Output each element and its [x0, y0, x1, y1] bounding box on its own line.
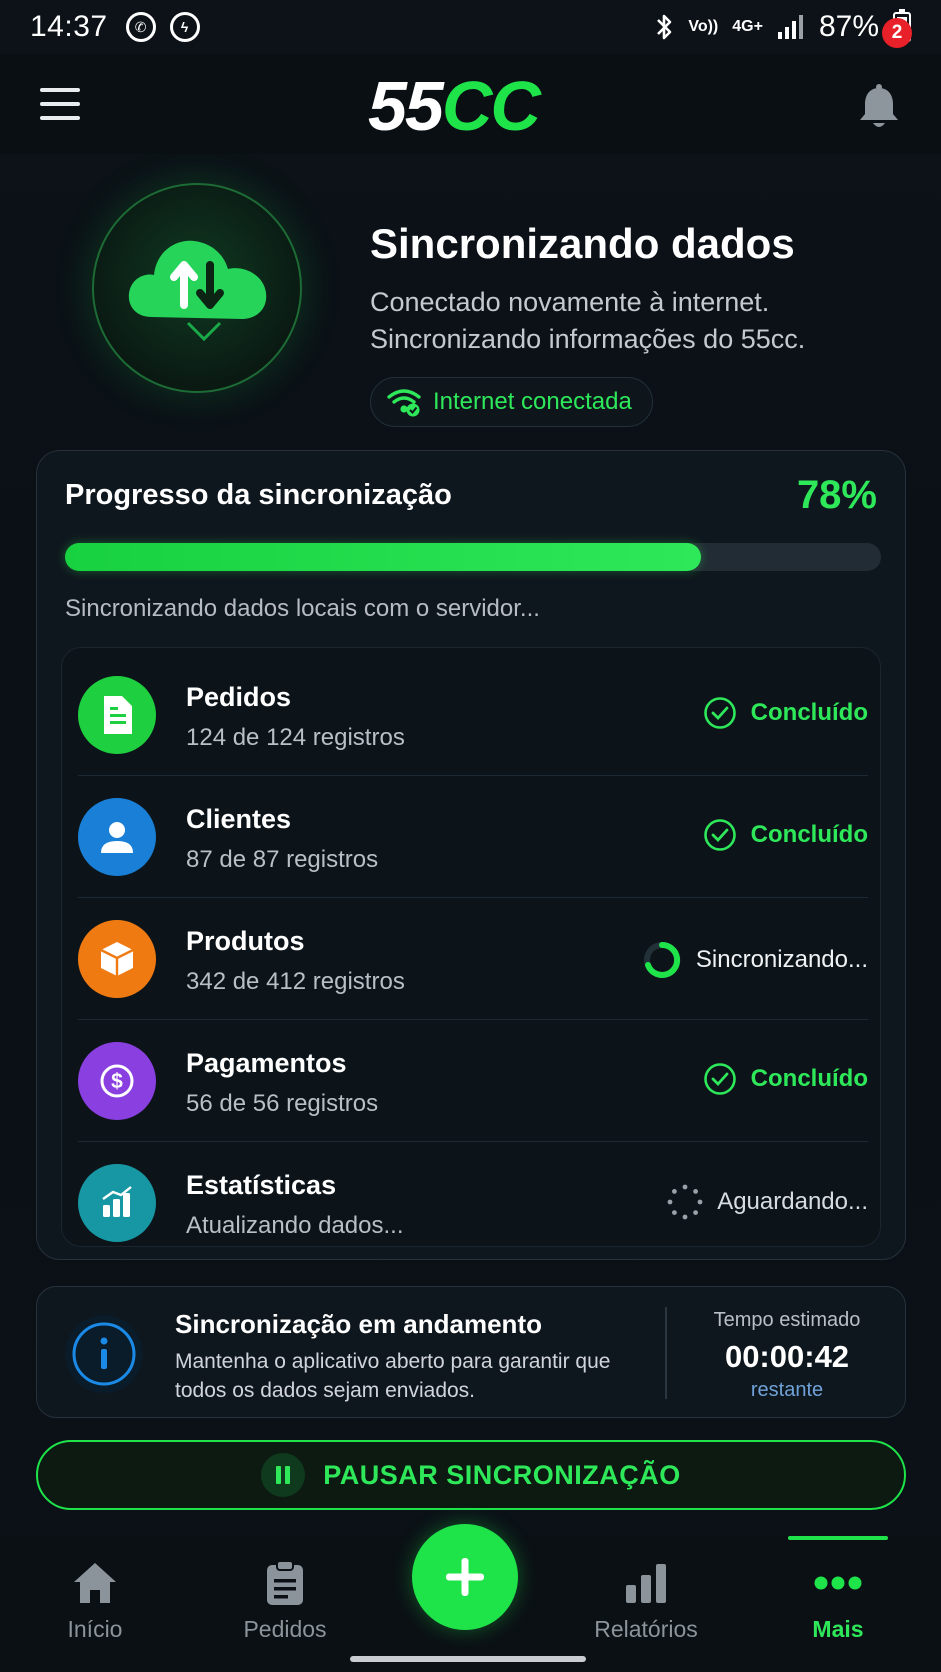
item-status-label: Concluído: [750, 821, 868, 848]
app-logo: 55CC: [368, 66, 541, 146]
item-count: 87 de 87 registros: [186, 846, 379, 873]
item-status: Concluído: [703, 696, 868, 730]
item-count: 124 de 124 registros: [186, 724, 405, 751]
battery-percent: 87%: [818, 10, 879, 43]
menu-icon[interactable]: [40, 88, 80, 120]
list-item: Clientes 87 de 87 registros Concluído: [78, 776, 868, 898]
item-name: Pagamentos: [186, 1048, 347, 1078]
cloud-sync-icon: [128, 240, 267, 342]
check-circle-icon: [703, 819, 736, 851]
waiting-dots-icon: [667, 1184, 703, 1220]
item-name: Clientes: [186, 804, 292, 834]
item-status-label: Concluído: [750, 699, 868, 726]
nav-item-pedidos[interactable]: Pedidos: [215, 1554, 355, 1643]
cloud-sync-illustration: [92, 183, 302, 393]
connection-status-pill: Internet conectada: [370, 377, 653, 427]
more-dots-icon: [814, 1576, 862, 1590]
svg-text:$: $: [111, 1070, 123, 1093]
nav-label: Início: [67, 1616, 123, 1642]
document-icon: [78, 676, 156, 754]
progress-title: Progresso da sincronização: [65, 479, 452, 511]
eta-label: Tempo estimado: [713, 1309, 861, 1331]
item-status: Concluído: [703, 818, 868, 852]
progress-percent: 78%: [796, 473, 877, 517]
list-item: Produtos 342 de 412 registros Sincroniza…: [78, 898, 868, 1020]
page-title: Sincronizando dados: [370, 220, 795, 267]
nav-item-relatorios[interactable]: Relatórios: [576, 1554, 716, 1643]
pause-icon: [261, 1453, 306, 1497]
home-indicator[interactable]: [350, 1656, 586, 1662]
bell-icon[interactable]: [856, 82, 902, 132]
list-item: $ Pagamentos 56 de 56 registros Concluíd…: [78, 1020, 868, 1142]
nav-item-mais[interactable]: Mais: [768, 1554, 908, 1643]
nav-label: Mais: [812, 1616, 864, 1642]
volte-indicator: Vo)): [688, 18, 719, 35]
list-item: Pedidos 124 de 124 registros Concluído: [78, 654, 868, 776]
status-notification-icons: ✆ ϟ: [125, 12, 200, 42]
check-circle-icon: [703, 697, 736, 729]
item-status: Aguardando...: [667, 1184, 868, 1220]
add-button[interactable]: [412, 1524, 518, 1630]
info-title: Sincronização em andamento: [175, 1309, 542, 1339]
status-right-icons: Vo)) 4G+ 87%: [654, 9, 911, 44]
item-count: 342 de 412 registros: [186, 968, 405, 995]
item-count: 56 de 56 registros: [186, 1090, 379, 1117]
dollar-icon: $: [78, 1042, 156, 1120]
eta-value: 00:00:42: [724, 1339, 850, 1374]
nav-label: Relatórios: [594, 1616, 698, 1642]
item-name: Pedidos: [186, 682, 292, 712]
item-count: Atualizando dados...: [186, 1212, 404, 1239]
box-icon: [78, 920, 156, 998]
progress-bar-fill: [65, 543, 702, 571]
notification-badge: 2: [882, 18, 912, 48]
app-screen: 14:37 ✆ ϟ Vo)) 4G+ 87% 55CC 2 Sincroniza…: [0, 0, 941, 1672]
item-status-label: Concluído: [750, 1065, 868, 1092]
item-name: Produtos: [186, 926, 305, 956]
check-circle-icon: [703, 1063, 736, 1095]
item-name: Estatísticas: [186, 1170, 337, 1200]
wifi-check-icon: [387, 389, 421, 417]
pause-sync-button[interactable]: PAUSAR SINCRONIZAÇÃO: [36, 1440, 906, 1510]
active-tab-indicator: [788, 1536, 888, 1540]
bluetooth-icon: [657, 14, 672, 40]
plus-icon: [446, 1558, 484, 1596]
spinner-icon: [643, 941, 680, 978]
whatsapp-icon: ✆: [125, 12, 156, 42]
item-status-label: Aguardando...: [717, 1188, 868, 1215]
info-icon: [65, 1315, 143, 1393]
status-bar: 14:37 ✆ ϟ Vo)) 4G+ 87%: [0, 0, 941, 54]
progress-message: Sincronizando dados locais com o servido…: [65, 595, 540, 622]
item-status-label: Sincronizando...: [695, 946, 868, 973]
app-header: 55CC: [0, 54, 941, 154]
signal-icon: [777, 15, 803, 39]
sync-info-card: Sincronização em andamento Mantenha o ap…: [36, 1286, 906, 1418]
eta-remaining-label: restante: [750, 1379, 824, 1401]
network-type: 4G+: [732, 18, 763, 35]
logo-number: 55: [368, 67, 444, 145]
sync-progress-card: Progresso da sincronização 78% Sincroniz…: [36, 450, 906, 1260]
sync-items-list: Pedidos 124 de 124 registros Concluído C…: [61, 647, 881, 1247]
messenger-icon: ϟ: [169, 12, 200, 42]
item-status: Concluído: [703, 1062, 868, 1096]
logo-letters: CC: [441, 67, 541, 145]
chart-icon: [78, 1164, 156, 1242]
page-subtitle: Conectado novamente à internet. Sincroni…: [370, 287, 806, 354]
home-icon: [74, 1563, 116, 1603]
connection-status-label: Internet conectada: [433, 388, 632, 415]
clipboard-icon: [267, 1560, 303, 1605]
bar-chart-icon: [626, 1564, 666, 1603]
item-status: Sincronizando...: [642, 940, 868, 980]
pause-sync-label: PAUSAR SINCRONIZAÇÃO: [323, 1459, 681, 1490]
nav-label: Pedidos: [243, 1616, 327, 1642]
nav-item-inicio[interactable]: Início: [25, 1554, 165, 1643]
status-time: 14:37: [30, 10, 108, 43]
progress-bar: [65, 543, 881, 571]
user-icon: [78, 798, 156, 876]
info-text: Mantenha o aplicativo aberto para garant…: [175, 1350, 611, 1402]
list-item: Estatísticas Atualizando dados... Aguard…: [78, 1142, 868, 1264]
